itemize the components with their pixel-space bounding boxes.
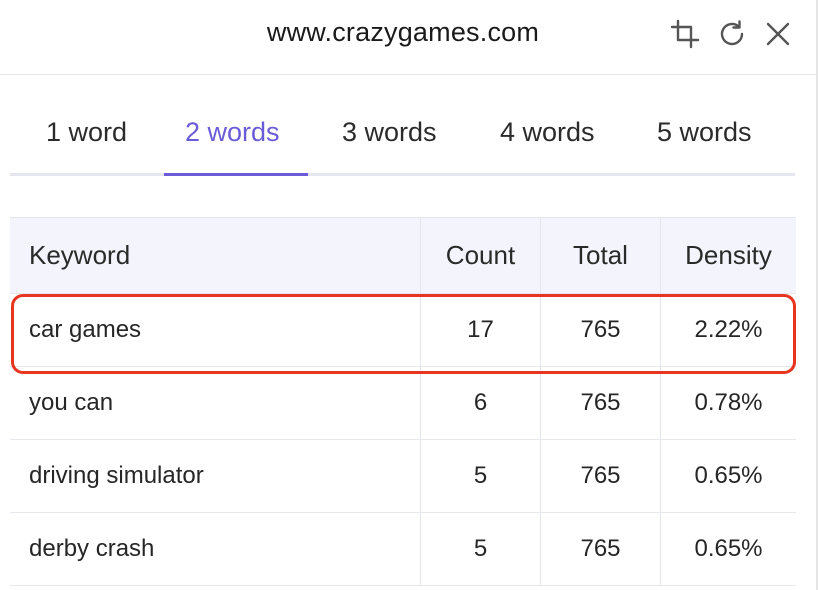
table-row: derby crash 5 765 0.65% — [10, 513, 796, 586]
column-header-keyword[interactable]: Keyword — [10, 218, 420, 293]
tab-5-words[interactable]: 5 words — [657, 117, 752, 148]
close-icon[interactable] — [763, 19, 793, 49]
table-row: you can 6 765 0.78% — [10, 367, 796, 440]
total-cell: 765 — [540, 294, 660, 366]
count-cell: 6 — [420, 367, 540, 439]
density-cell: 0.65% — [660, 513, 796, 585]
keyword-cell: you can — [29, 389, 114, 416]
table-row: driving simulator 5 765 0.65% — [10, 440, 796, 513]
table-header-row: Keyword Count Total Density — [10, 218, 796, 294]
total-cell: 765 — [540, 440, 660, 512]
keyword-cell: derby crash — [29, 535, 155, 562]
tab-2-words[interactable]: 2 words — [185, 117, 280, 148]
column-header-count[interactable]: Count — [420, 218, 540, 293]
count-cell: 5 — [420, 513, 540, 585]
total-cell: 765 — [540, 513, 660, 585]
tab-4-words[interactable]: 4 words — [500, 117, 595, 148]
table-row: car games 17 765 2.22% — [10, 294, 796, 367]
density-cell: 0.65% — [660, 440, 796, 512]
keyword-cell: car games — [29, 316, 142, 343]
word-count-tabs: 1 word 2 words 3 words 4 words 5 words — [10, 103, 795, 176]
count-cell: 17 — [420, 294, 540, 366]
tab-3-words[interactable]: 3 words — [342, 117, 437, 148]
column-header-total[interactable]: Total — [540, 218, 660, 293]
refresh-icon[interactable] — [717, 19, 747, 49]
active-tab-indicator — [164, 173, 308, 176]
count-cell: 5 — [420, 440, 540, 512]
density-cell: 2.22% — [660, 294, 796, 366]
tab-1-word[interactable]: 1 word — [46, 117, 127, 148]
crop-icon[interactable] — [670, 19, 700, 49]
column-header-density[interactable]: Density — [660, 218, 796, 293]
panel-header: www.crazygames.com — [0, 0, 818, 75]
density-cell: 0.78% — [660, 367, 796, 439]
keyword-table: Keyword Count Total Density car games 17… — [10, 217, 796, 586]
keyword-density-panel: www.crazygames.com 1 word 2 words 3 word… — [0, 0, 818, 590]
keyword-cell: driving simulator — [29, 462, 204, 489]
total-cell: 765 — [540, 367, 660, 439]
